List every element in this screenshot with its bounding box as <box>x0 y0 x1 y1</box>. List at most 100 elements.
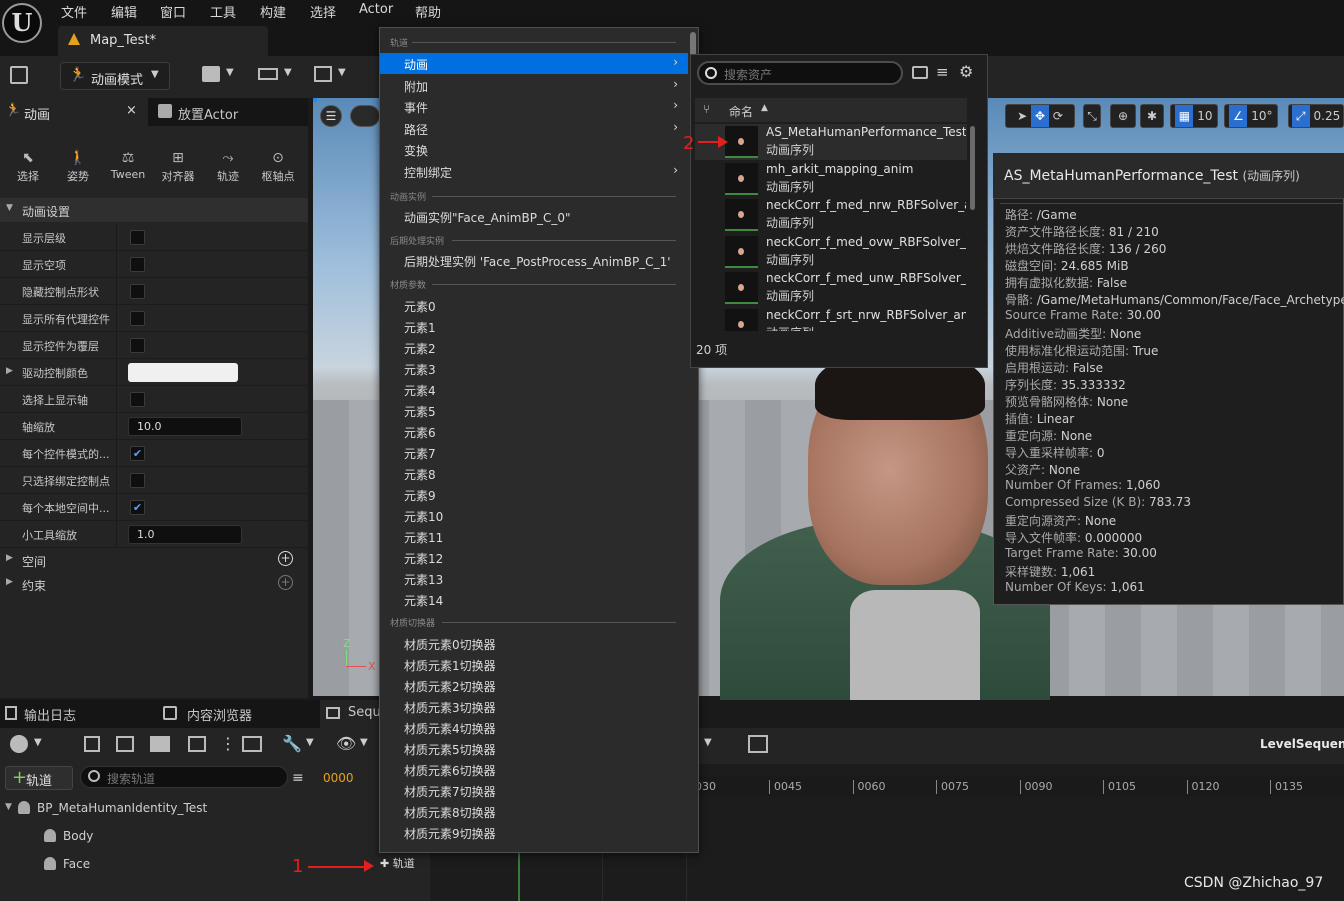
property-checkbox[interactable] <box>130 230 145 245</box>
asset-row[interactable]: neckCorr_f_srt_nrw_RBFSolver_anim 动画序列 <box>695 307 967 331</box>
asset-row[interactable]: mh_arkit_mapping_anim 动画序列 <box>695 161 967 197</box>
menu-item[interactable]: 工具 <box>210 2 236 21</box>
tab-map-test[interactable]: Map_Test* <box>58 26 268 56</box>
eye-icon[interactable]: 👁 <box>336 734 356 753</box>
menu-item-element[interactable]: 元素7 <box>380 442 688 463</box>
track-row[interactable]: ▼ BP_MetaHumanIdentity_Test <box>0 794 430 822</box>
perspective-button[interactable] <box>350 105 380 127</box>
menu-item-element[interactable]: 元素0 <box>380 295 688 316</box>
track-row[interactable]: Body <box>0 822 430 850</box>
menu-item-material-switcher[interactable]: 材质元素2切换器 <box>380 675 688 696</box>
menu-item-element[interactable]: 元素6 <box>380 421 688 442</box>
tool-button[interactable]: ⚖ Tween <box>103 150 153 184</box>
menu-item-element[interactable]: 元素13 <box>380 568 688 589</box>
property-checkbox[interactable] <box>130 284 145 299</box>
menu-item-material-switcher[interactable]: 材质元素1切换器 <box>380 654 688 675</box>
asset-list-header[interactable]: ⑂ 命名 ▲ <box>695 98 967 122</box>
menu-item[interactable]: 窗口 <box>160 2 186 21</box>
menu-item-element[interactable]: 元素1 <box>380 316 688 337</box>
tab-output-log[interactable]: 输出日志 <box>0 700 150 728</box>
menu-item[interactable]: Actor <box>359 2 393 20</box>
menu-item-element[interactable]: 元素14 <box>380 589 688 610</box>
menu-item-material-switcher[interactable]: 材质元素5切换器 <box>380 738 688 759</box>
menu-item-element[interactable]: 元素2 <box>380 337 688 358</box>
asset-search-input[interactable]: 搜索资产 <box>697 61 903 85</box>
curve-editor-icon[interactable] <box>748 735 768 753</box>
camera-icon[interactable] <box>150 736 170 752</box>
tool-button[interactable]: ⊞ 对齐器 <box>153 150 203 184</box>
menu-item-track-type[interactable]: 变换 <box>380 139 688 160</box>
world-icon[interactable]: ⊕ <box>1110 104 1136 128</box>
property-checkbox[interactable] <box>130 338 145 353</box>
menu-item[interactable]: 编辑 <box>111 2 137 21</box>
menu-item-track-type[interactable]: 控制绑定 › <box>380 161 688 182</box>
grid-snap[interactable]: ▦ 10 <box>1170 104 1218 128</box>
rotate-icon[interactable]: ⟳ <box>1053 109 1063 123</box>
asset-row[interactable]: neckCorr_f_med_ovw_RBFSolver_anim 动画序列 <box>695 234 967 270</box>
menu-item[interactable]: 构建 <box>260 2 286 21</box>
render-icon[interactable] <box>188 736 206 752</box>
asset-row[interactable]: neckCorr_f_med_unw_RBFSolver_anim 动画序列 <box>695 270 967 306</box>
add-icon[interactable]: + <box>278 575 293 590</box>
tool-button[interactable]: ⬉ 选择 <box>3 150 53 184</box>
curve-icon[interactable] <box>242 736 262 752</box>
menu-item-material-switcher[interactable]: 材质元素3切换器 <box>380 696 688 717</box>
asset-row[interactable]: neckCorr_f_med_nrw_RBFSolver_anim 动画序列 <box>695 197 967 233</box>
gear-icon[interactable]: ⚙ <box>959 62 973 81</box>
viewport-menu-button[interactable]: ☰ <box>320 105 342 127</box>
menu-item-element[interactable]: 元素8 <box>380 463 688 484</box>
menu-item-material-switcher[interactable]: 材质元素4切换器 <box>380 717 688 738</box>
asset-row[interactable]: AS_MetaHumanPerformance_Test 动画序列 <box>695 124 967 160</box>
close-tab-button[interactable]: × <box>126 103 137 118</box>
blueprint-icon[interactable] <box>258 68 278 80</box>
menu-item-material-switcher[interactable]: 材质元素7切换器 <box>380 780 688 801</box>
menu-item-material-switcher[interactable]: 材质元素9切换器 <box>380 822 688 843</box>
scale-icon[interactable]: ⤡ <box>1083 104 1101 128</box>
add-actor-icon[interactable] <box>202 66 220 82</box>
collapse-arrow-icon[interactable]: ▼ <box>5 802 12 812</box>
tool-button[interactable]: 🚶 姿势 <box>53 150 103 184</box>
wrench-icon[interactable]: 🔧 <box>282 734 302 753</box>
filter-icon[interactable]: ≡ <box>292 770 304 786</box>
tab-animation[interactable]: 🏃 动画 × <box>0 98 148 126</box>
transform-tools[interactable]: ➤ ✥ ⟳ <box>1005 104 1075 128</box>
menu-item-element[interactable]: 元素4 <box>380 379 688 400</box>
surface-snap-icon[interactable]: ✱ <box>1140 104 1164 128</box>
menu-item-element[interactable]: 元素3 <box>380 358 688 379</box>
add-track-button[interactable]: + 轨道 <box>5 766 73 790</box>
menu-item-material-switcher[interactable]: 材质元素6切换器 <box>380 759 688 780</box>
filter-icon[interactable]: ≡ <box>936 63 949 81</box>
menu-item-element[interactable]: 元素9 <box>380 484 688 505</box>
menu-item[interactable]: 文件 <box>61 2 87 21</box>
unreal-logo-icon[interactable]: U <box>2 3 42 43</box>
property-checkbox[interactable] <box>130 473 145 488</box>
property-checkbox[interactable] <box>130 257 145 272</box>
property-checkbox[interactable]: ✔ <box>130 500 145 515</box>
more-options-icon[interactable]: ⋮ <box>220 734 236 753</box>
current-frame[interactable]: 0000 <box>323 771 354 785</box>
property-checkbox[interactable] <box>130 392 145 407</box>
section-animation-settings[interactable]: ▼ 动画设置 <box>0 198 308 222</box>
property-checkbox[interactable] <box>130 311 145 326</box>
scale-snap[interactable]: ⤢ 0.25 <box>1288 104 1344 128</box>
menu-item-post-process[interactable]: 后期处理实例 'Face_PostProcess_AnimBP_C_1' <box>380 250 688 271</box>
section-space[interactable]: ▶ 空间 + <box>0 548 308 572</box>
mode-select-button[interactable]: 🏃 动画模式 ▼ <box>60 62 170 90</box>
tab-sequencer[interactable]: Sequ <box>320 700 381 728</box>
menu-item-element[interactable]: 元素12 <box>380 547 688 568</box>
select-icon[interactable]: ➤ <box>1017 109 1027 123</box>
track-search-input[interactable]: 搜索轨道 <box>80 766 288 788</box>
add-icon[interactable]: + <box>278 551 293 566</box>
world-icon[interactable] <box>10 735 28 753</box>
move-icon[interactable]: ✥ <box>1031 105 1049 127</box>
section-constraint[interactable]: ▶ 约束 + <box>0 572 308 596</box>
property-checkbox[interactable]: ✔ <box>130 446 145 461</box>
column-name-header[interactable]: 命名 <box>729 103 753 120</box>
folder-icon[interactable] <box>912 66 928 79</box>
menu-item-track-type[interactable]: 动画 › <box>380 53 688 74</box>
menu-item-track-type[interactable]: 附加 › <box>380 75 688 96</box>
expand-arrow-icon[interactable]: ▶ <box>6 366 13 376</box>
menu-item-track-type[interactable]: 路径 › <box>380 118 688 139</box>
menu-item[interactable]: 选择 <box>310 2 336 21</box>
menu-item-element[interactable]: 元素10 <box>380 505 688 526</box>
